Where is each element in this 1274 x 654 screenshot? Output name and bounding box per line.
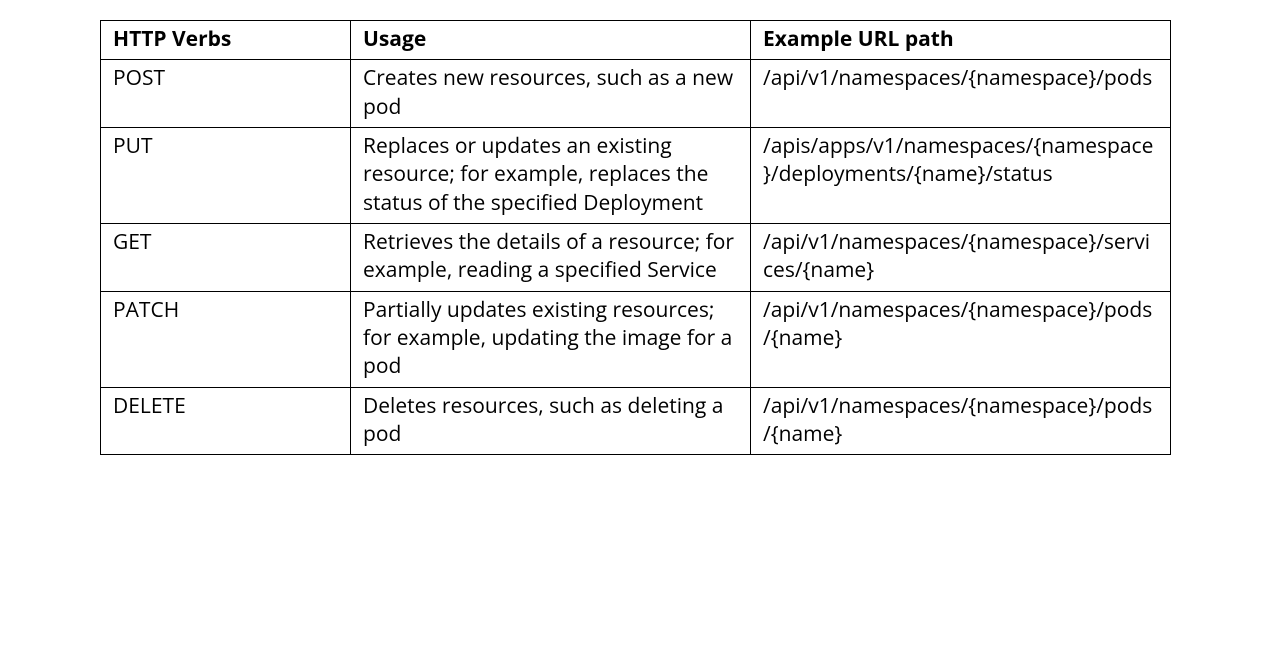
cell-url: /api/v1/namespaces/{namespace}/pods (751, 60, 1171, 128)
table-header-row: HTTP Verbs Usage Example URL path (101, 21, 1171, 60)
cell-usage: Replaces or updates an existing resource… (351, 128, 751, 224)
table-row: PUT Replaces or updates an existing reso… (101, 128, 1171, 224)
cell-usage: Retrieves the details of a resource; for… (351, 224, 751, 292)
cell-verb: GET (101, 224, 351, 292)
col-header-usage: Usage (351, 21, 751, 60)
cell-usage: Deletes resources, such as deleting a po… (351, 387, 751, 455)
cell-url: /api/v1/namespaces/{namespace}/pods/{nam… (751, 291, 1171, 387)
cell-verb: POST (101, 60, 351, 128)
cell-verb: PUT (101, 128, 351, 224)
table-row: DELETE Deletes resources, such as deleti… (101, 387, 1171, 455)
table-row: POST Creates new resources, such as a ne… (101, 60, 1171, 128)
cell-usage: Creates new resources, such as a new pod (351, 60, 751, 128)
cell-usage: Partially updates existing resources; fo… (351, 291, 751, 387)
cell-url: /api/v1/namespaces/{namespace}/services/… (751, 224, 1171, 292)
http-verbs-table: HTTP Verbs Usage Example URL path POST C… (100, 20, 1171, 455)
table-row: GET Retrieves the details of a resource;… (101, 224, 1171, 292)
cell-url: /api/v1/namespaces/{namespace}/pods/{nam… (751, 387, 1171, 455)
col-header-url: Example URL path (751, 21, 1171, 60)
table-row: PATCH Partially updates existing resourc… (101, 291, 1171, 387)
col-header-verb: HTTP Verbs (101, 21, 351, 60)
cell-verb: DELETE (101, 387, 351, 455)
cell-url: /apis/apps/v1/namespaces/{namespace}/dep… (751, 128, 1171, 224)
cell-verb: PATCH (101, 291, 351, 387)
